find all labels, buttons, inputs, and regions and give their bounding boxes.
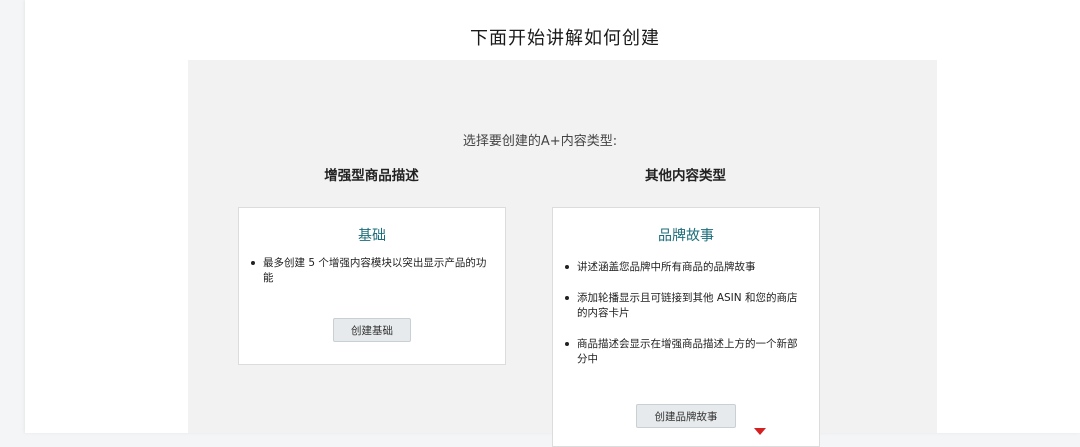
card-brand-story: 品牌故事 讲述涵盖您品牌中所有商品的品牌故事 添加轮播显示且可链接到其他 ASI… [552,207,820,447]
bullet-icon [565,342,569,346]
list-item: 讲述涵盖您品牌中所有商品的品牌故事 [563,260,801,275]
card-title-brand-story: 品牌故事 [658,228,714,244]
bullet-icon [565,265,569,269]
card-brand-story-bullets: 讲述涵盖您品牌中所有商品的品牌故事 添加轮播显示且可链接到其他 ASIN 和您的… [563,260,801,383]
bullet-icon [565,296,569,300]
chooser-prompt: 选择要创建的A+内容类型: [462,134,618,149]
create-brand-story-button[interactable]: 创建品牌故事 [636,404,736,428]
list-item: 添加轮播显示且可链接到其他 ASIN 和您的商店的内容卡片 [563,291,801,321]
list-item: 最多创建 5 个增强内容模块以突出显示产品的功能 [249,256,494,286]
card-basic-bullets: 最多创建 5 个增强内容模块以突出显示产品的功能 [249,256,494,302]
card-title-basic: 基础 [358,228,386,244]
article-heading: 下面开始讲解如何创建 [470,28,660,49]
create-basic-button[interactable]: 创建基础 [333,318,411,342]
column-title-other-content: 其他内容类型 [645,168,726,184]
bullet-icon [251,261,255,265]
card-basic: 基础 最多创建 5 个增强内容模块以突出显示产品的功能 创建基础 [238,207,506,365]
red-arrow-marker-icon [754,428,766,435]
column-title-enhanced-description: 增强型商品描述 [324,168,419,184]
list-item: 商品描述会显示在增强商品描述上方的一个新部分中 [563,337,801,367]
